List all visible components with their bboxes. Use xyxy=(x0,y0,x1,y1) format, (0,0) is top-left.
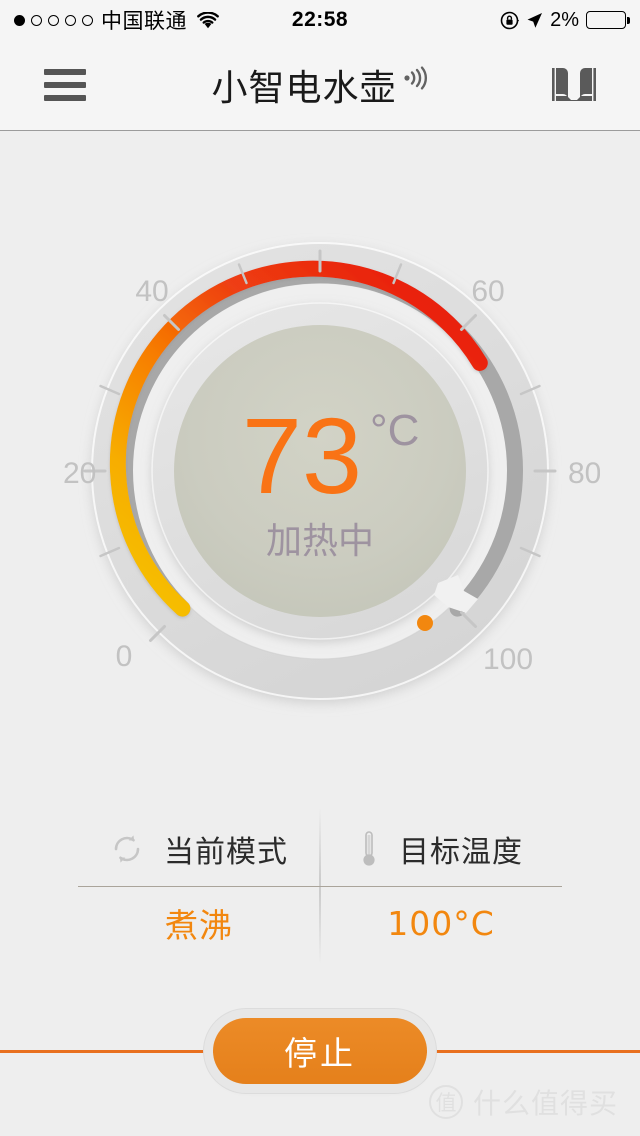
info-head-current-mode: 当前模式 xyxy=(110,812,288,886)
status-bar-right: 2% xyxy=(500,8,630,32)
app-root: 中国联通 22:58 2% 小智电水壶 0 20 40 60 80 100 73… xyxy=(0,0,640,1136)
gauge-tick-label-100: 100 xyxy=(483,643,533,676)
info-cell-current-mode[interactable]: 当前模式 煮沸 xyxy=(78,812,320,960)
gauge-tick-label-20: 20 xyxy=(63,457,96,490)
wave-signal-icon xyxy=(401,64,429,92)
battery-percent: 2% xyxy=(550,8,579,31)
rotation-lock-icon xyxy=(500,11,520,30)
info-value-target-temp: 100°C xyxy=(387,903,495,943)
location-arrow-icon xyxy=(526,12,543,29)
watermark-text: 什么值得买 xyxy=(472,1087,618,1120)
refresh-cycle-icon xyxy=(110,832,144,866)
gauge-svg: 0 20 40 60 80 100 73 °C 加热中 xyxy=(63,242,600,700)
battery-icon xyxy=(586,11,630,29)
info-cell-target-temp[interactable]: 目标温度 100°C xyxy=(320,812,562,960)
info-value-current-mode: 煮沸 xyxy=(165,906,233,945)
gauge-tick-label-40: 40 xyxy=(135,275,168,308)
status-bar: 中国联通 22:58 2% xyxy=(0,0,640,40)
info-head-target-temp: 目标温度 xyxy=(359,812,523,886)
gauge-tick-label-0: 0 xyxy=(116,640,133,673)
info-row: 当前模式 煮沸 目标温度 100°C xyxy=(78,808,562,964)
open-book-icon[interactable] xyxy=(550,64,598,106)
watermark: 值 什么值得买 xyxy=(428,1082,618,1122)
info-underline-left xyxy=(78,886,320,887)
info-label-target-temp: 目标温度 xyxy=(399,835,523,870)
watermark-badge: 值 xyxy=(428,1085,463,1119)
info-underline-right xyxy=(320,886,562,887)
info-label-current-mode: 当前模式 xyxy=(164,835,288,870)
gauge-tick-label-80: 80 xyxy=(568,457,600,490)
temperature-gauge[interactable]: 0 20 40 60 80 100 73 °C 加热中 xyxy=(0,131,640,791)
header-title-group: 小智电水壶 xyxy=(0,59,640,111)
app-header: 小智电水壶 xyxy=(0,40,640,131)
page-title: 小智电水壶 xyxy=(211,68,397,109)
gauge-marker-dot xyxy=(417,615,433,631)
stop-button[interactable]: 停止 xyxy=(213,1018,427,1084)
thermometer-icon xyxy=(359,829,379,869)
temperature-unit: °C xyxy=(370,406,419,455)
gauge-tick-label-60: 60 xyxy=(471,275,504,308)
current-temperature-value: 73 xyxy=(242,395,362,516)
gauge-status-text: 加热中 xyxy=(266,521,374,562)
